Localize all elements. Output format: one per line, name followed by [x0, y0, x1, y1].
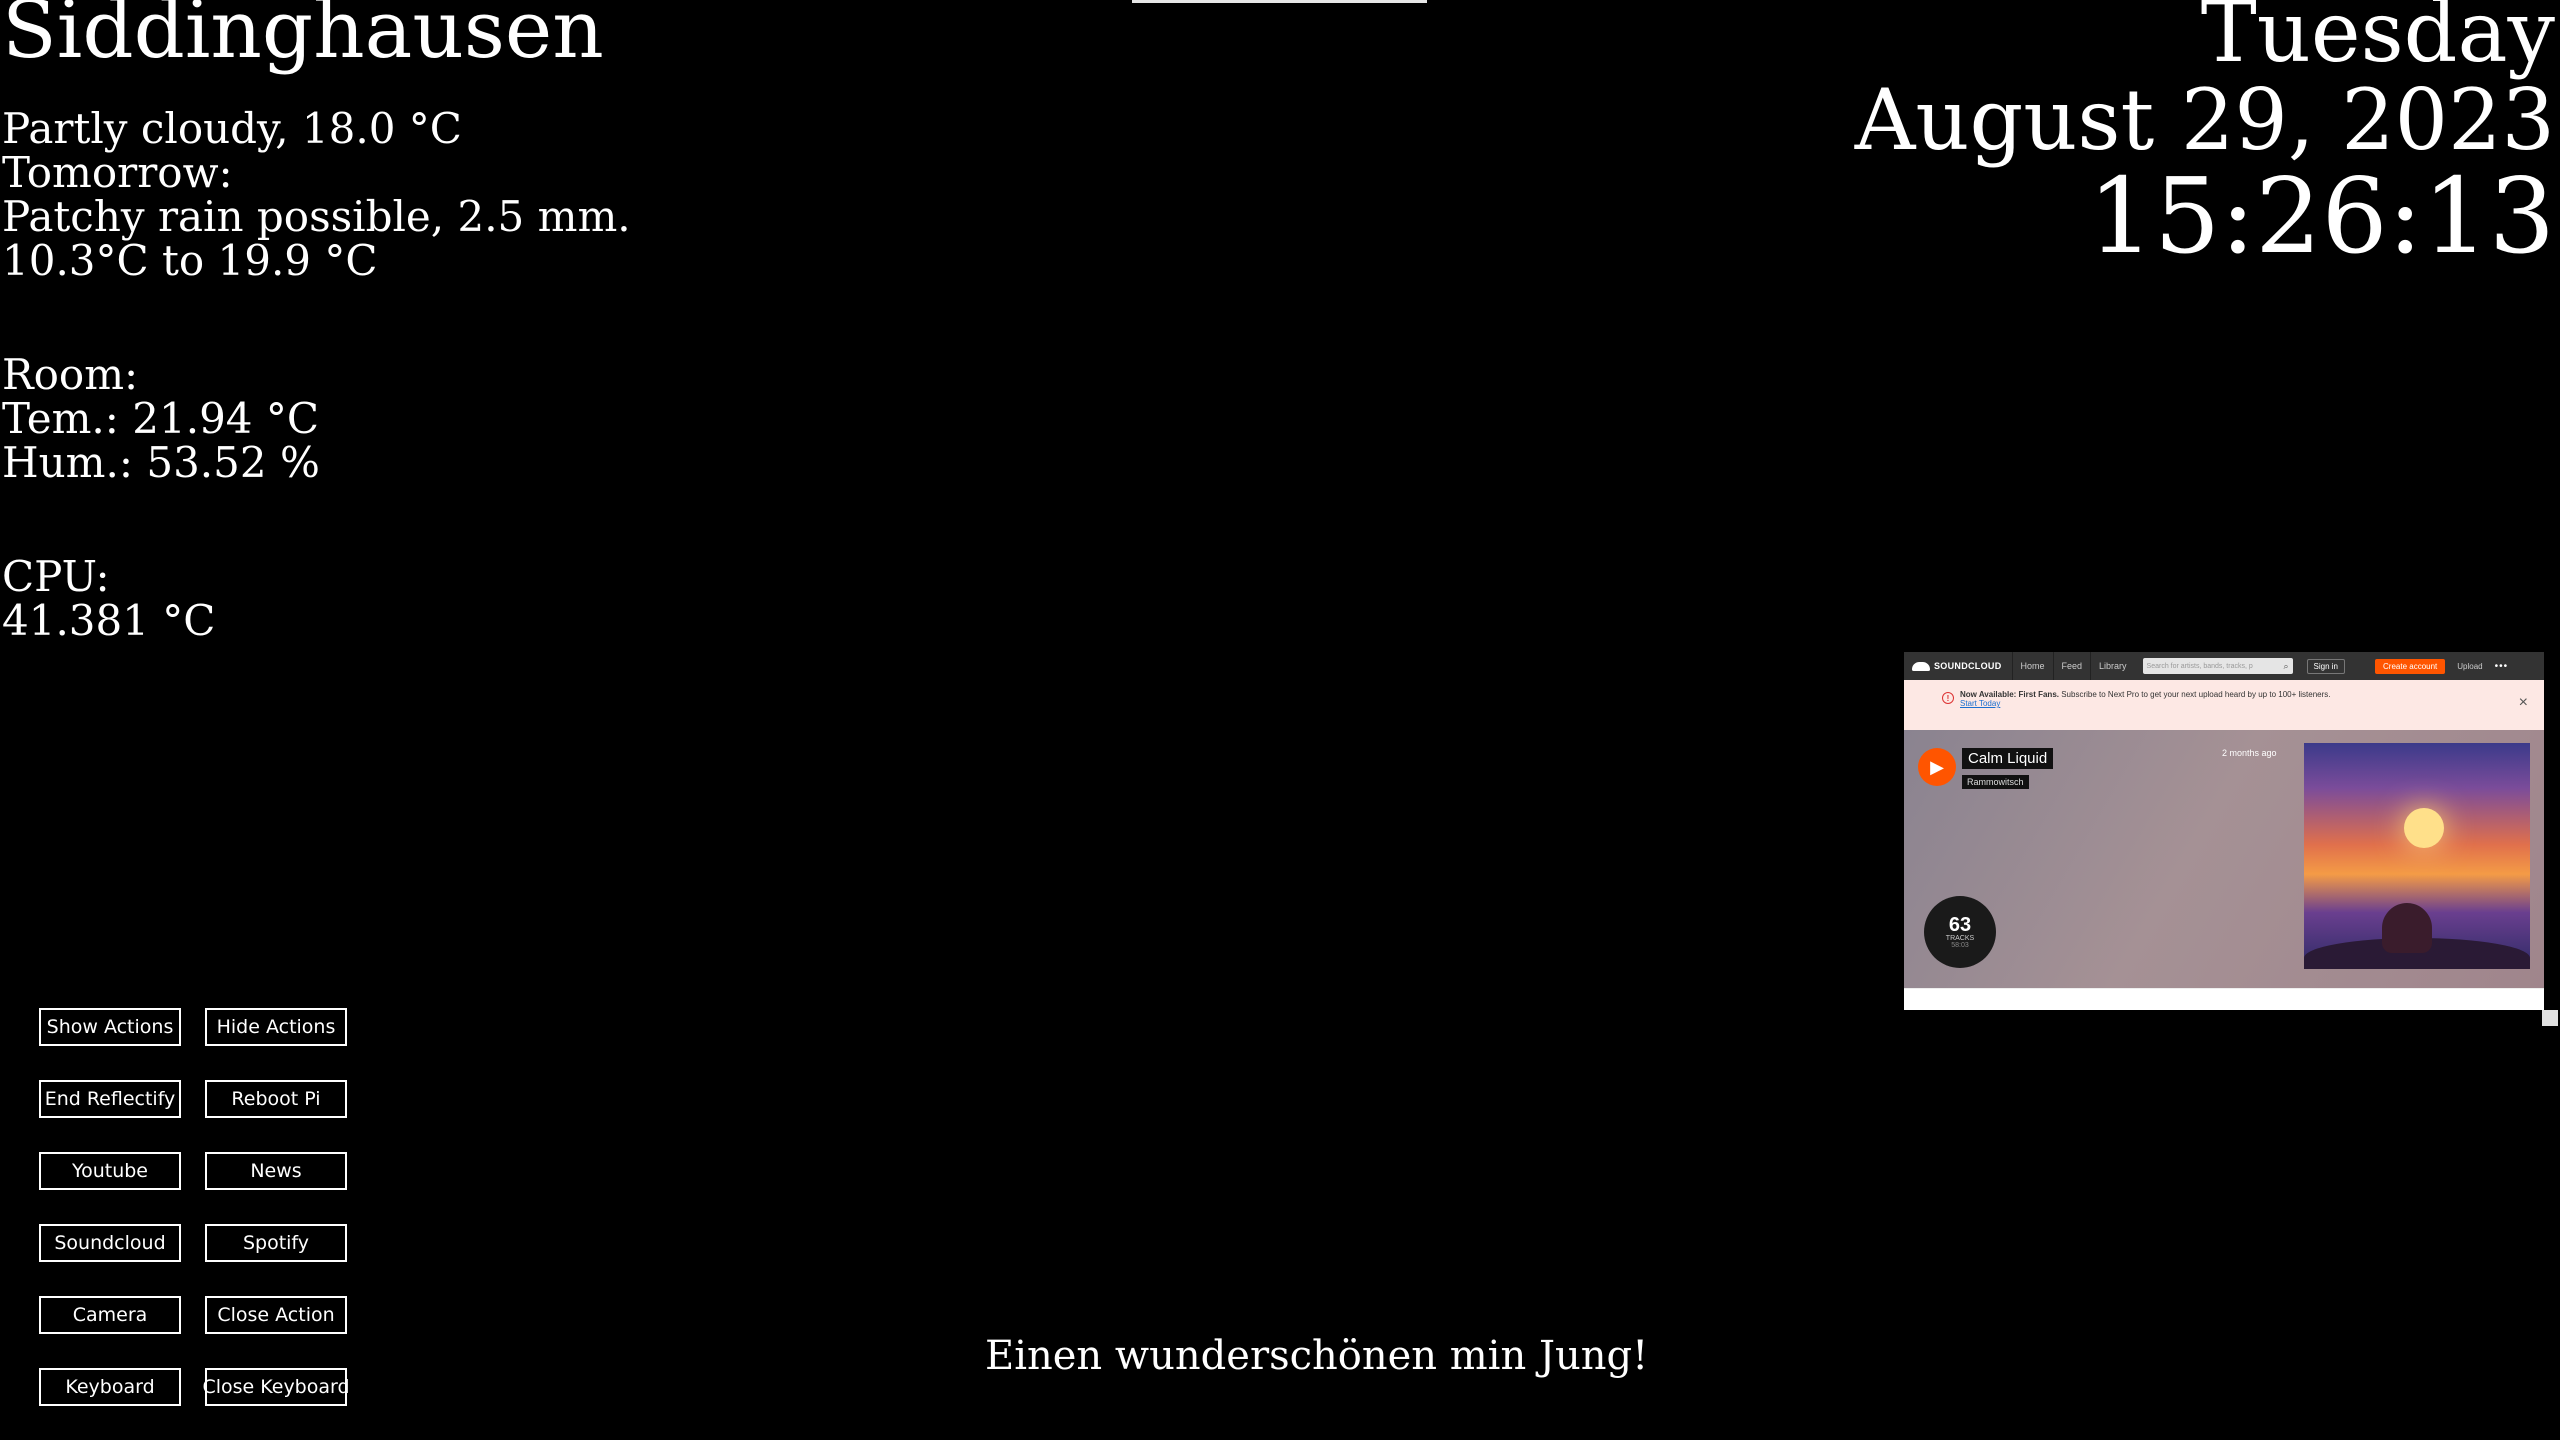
track-artist[interactable]: Rammowitsch	[1962, 775, 2029, 789]
cpu-temperature: 41.381 °C	[2, 596, 216, 645]
soundcloud-logo-text: SOUNDCLOUD	[1934, 661, 2002, 671]
banner-message: Subscribe to Next Pro to get your next u…	[2061, 690, 2331, 699]
first-fans-banner: ! Now Available: First Fans. Subscribe t…	[1904, 680, 2544, 730]
tomorrow-label: Tomorrow:	[2, 148, 233, 197]
tomorrow-forecast: Patchy rain possible, 2.5 mm.	[2, 192, 631, 241]
search-icon[interactable]: ⌕	[2284, 661, 2289, 672]
artwork-couple	[2382, 903, 2432, 953]
close-keyboard-button[interactable]: Close Keyboard	[202, 1368, 350, 1406]
weather-panel: Partly cloudy, 18.0 °C Tomorrow: Patchy …	[2, 107, 631, 283]
reboot-pi-button[interactable]: Reboot Pi	[205, 1080, 347, 1118]
playlist-duration: 58:03	[1951, 942, 1969, 949]
banner-heading: Now Available: First Fans.	[1960, 690, 2059, 699]
show-actions-button[interactable]: Show Actions	[39, 1008, 181, 1046]
room-label: Room:	[2, 350, 139, 399]
youtube-button[interactable]: Youtube	[39, 1152, 181, 1190]
greeting-message: Einen wunderschönen min Jung!	[985, 1333, 1649, 1379]
date: August 29, 2023	[1854, 71, 2555, 169]
play-icon: ▶	[1930, 756, 1944, 777]
more-options-icon[interactable]: •••	[2495, 661, 2509, 672]
cloud-icon	[1912, 661, 1930, 671]
soundcloud-bottom-strip	[1904, 988, 2544, 1010]
room-panel: Room: Tem.: 21.94 °C Hum.: 53.52 %	[2, 353, 320, 485]
track-count-badge: 63 TRACKS 58:03	[1924, 896, 1996, 968]
datetime-panel: Tuesday August 29, 2023 15:26:13	[1855, 0, 2555, 268]
hide-actions-button[interactable]: Hide Actions	[205, 1008, 347, 1046]
sign-in-button[interactable]: Sign in	[2306, 658, 2346, 674]
scrollbar-corner[interactable]	[2542, 1010, 2558, 1026]
close-icon[interactable]: ×	[2519, 694, 2528, 712]
track-hero: ▶ Calm Liquid Rammowitsch 2 months ago 6…	[1904, 730, 2544, 988]
soundcloud-logo[interactable]: SOUNDCLOUD	[1904, 661, 2012, 671]
camera-button[interactable]: Camera	[39, 1296, 181, 1334]
create-account-button[interactable]: Create account	[2375, 658, 2446, 674]
soundcloud-window[interactable]: SOUNDCLOUD Home Feed Library Search for …	[1904, 652, 2544, 1010]
banner-text-block: Now Available: First Fans. Subscribe to …	[1960, 690, 2331, 708]
soundcloud-button[interactable]: Soundcloud	[39, 1224, 181, 1262]
cpu-label: CPU:	[2, 552, 110, 601]
track-title[interactable]: Calm Liquid	[1962, 748, 2054, 769]
news-button[interactable]: News	[205, 1152, 347, 1190]
track-count: 63	[1948, 914, 1972, 936]
clock: 15:26:13	[2087, 155, 2555, 277]
search-placeholder: Search for artists, bands, tracks, p	[2146, 662, 2253, 670]
cpu-panel: CPU: 41.381 °C	[2, 555, 215, 643]
nav-feed[interactable]: Feed	[2052, 652, 2091, 680]
room-humidity: Hum.: 53.52 %	[2, 438, 320, 487]
location-title: Siddinghausen	[2, 0, 604, 76]
play-button[interactable]: ▶	[1918, 748, 1956, 786]
tomorrow-temperature-range: 10.3°C to 19.9 °C	[2, 236, 378, 285]
upload-link[interactable]: Upload	[2457, 662, 2482, 671]
posted-time: 2 months ago	[2222, 748, 2277, 758]
artwork-sun	[2404, 808, 2444, 848]
keyboard-button[interactable]: Keyboard	[39, 1368, 181, 1406]
spotify-button[interactable]: Spotify	[205, 1224, 347, 1262]
top-indicator-bar	[1132, 0, 1427, 3]
album-artwork[interactable]	[2304, 743, 2530, 969]
soundcloud-navbar: SOUNDCLOUD Home Feed Library Search for …	[1904, 652, 2544, 680]
weekday: Tuesday	[2200, 0, 2555, 81]
alert-icon: !	[1942, 692, 1954, 704]
end-reflectify-button[interactable]: End Reflectify	[39, 1080, 181, 1118]
nav-library[interactable]: Library	[2090, 652, 2135, 680]
room-temperature: Tem.: 21.94 °C	[2, 394, 320, 443]
close-action-button[interactable]: Close Action	[205, 1296, 347, 1334]
start-today-link[interactable]: Start Today	[1960, 699, 2000, 708]
current-weather: Partly cloudy, 18.0 °C	[2, 104, 462, 153]
tracks-label: TRACKS	[1945, 935, 1975, 942]
nav-home[interactable]: Home	[2011, 652, 2053, 680]
soundcloud-search-input[interactable]: Search for artists, bands, tracks, p ⌕	[2142, 658, 2293, 674]
